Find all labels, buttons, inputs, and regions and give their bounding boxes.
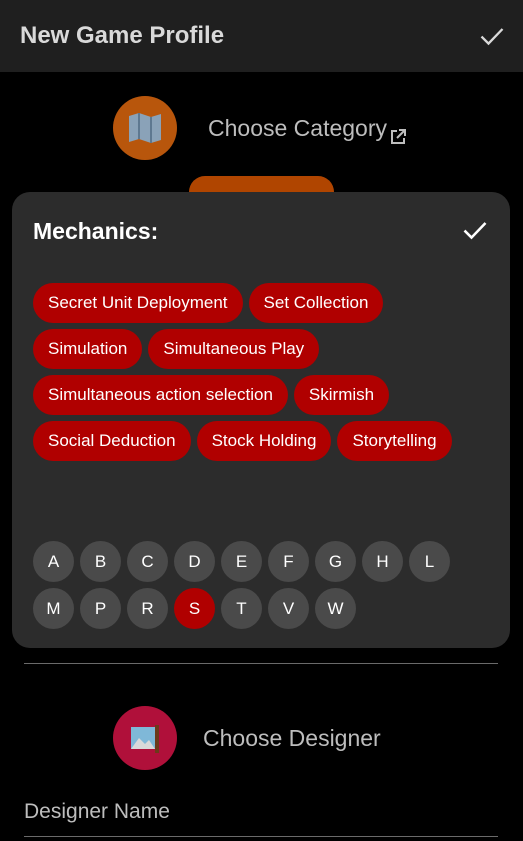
choose-category-label: Choose Category: [208, 114, 387, 141]
mechanics-dialog: Mechanics: Secret Unit Deployment Set Col…: [12, 192, 510, 648]
mechanic-chip[interactable]: Social Deduction: [33, 421, 191, 461]
letter-button-g[interactable]: G: [315, 541, 356, 582]
app-bar: New Game Profile: [0, 0, 523, 72]
chip-row: Simultaneous action selection Skirmish: [33, 375, 493, 415]
letter-button-c[interactable]: C: [127, 541, 168, 582]
letter-button-t[interactable]: T: [221, 588, 262, 629]
letter-index: ABCDEFGHL MPRSTVW: [33, 541, 456, 635]
choose-designer-label: Choose Designer: [203, 724, 381, 751]
letter-button-a[interactable]: A: [33, 541, 74, 582]
letter-row: ABCDEFGHL: [33, 541, 456, 582]
check-icon[interactable]: [478, 22, 506, 50]
chip-row: Social Deduction Stock Holding Storytellin…: [33, 421, 493, 461]
letter-button-m[interactable]: M: [33, 588, 74, 629]
letter-row: MPRSTVW: [33, 588, 456, 629]
letter-button-v[interactable]: V: [268, 588, 309, 629]
letter-button-e[interactable]: E: [221, 541, 262, 582]
letter-button-b[interactable]: B: [80, 541, 121, 582]
letter-button-h[interactable]: H: [362, 541, 403, 582]
mechanic-chip[interactable]: Storytelling: [337, 421, 452, 461]
mechanic-chip[interactable]: Stock Holding: [196, 421, 332, 461]
chip-row: Simulation Simultaneous Play: [33, 329, 493, 369]
mechanic-chip[interactable]: Set Collection: [248, 283, 384, 323]
letter-button-r[interactable]: R: [127, 588, 168, 629]
chip-row: Secret Unit Deployment Set Collection: [33, 283, 493, 323]
choose-designer-row[interactable]: Choose Designer: [113, 706, 381, 770]
mechanic-chip[interactable]: Skirmish: [293, 375, 390, 415]
designer-name-underline: [24, 836, 498, 837]
picture-icon: [113, 706, 177, 770]
mechanic-chip[interactable]: Secret Unit Deployment: [33, 283, 243, 323]
letter-button-d[interactable]: D: [174, 541, 215, 582]
letter-button-s[interactable]: S: [174, 588, 215, 629]
mechanic-chip[interactable]: Simultaneous Play: [148, 329, 320, 369]
choose-category-row[interactable]: Choose Category: [113, 96, 407, 160]
designer-name-field[interactable]: Designer Name: [24, 800, 170, 824]
mechanic-chip-list: Secret Unit Deployment Set Collection Simu…: [33, 283, 493, 467]
letter-button-w[interactable]: W: [315, 588, 356, 629]
mechanic-chip[interactable]: Simultaneous action selection: [33, 375, 288, 415]
map-icon: [113, 96, 177, 160]
external-link-icon: [391, 129, 406, 144]
letter-button-p[interactable]: P: [80, 588, 121, 629]
divider: [24, 663, 498, 664]
letter-button-l[interactable]: L: [409, 541, 450, 582]
mechanic-chip[interactable]: Simulation: [33, 329, 143, 369]
letter-button-f[interactable]: F: [268, 541, 309, 582]
mechanics-title: Mechanics:: [33, 218, 159, 244]
check-icon[interactable]: [461, 216, 489, 244]
page-title: New Game Profile: [20, 22, 225, 49]
